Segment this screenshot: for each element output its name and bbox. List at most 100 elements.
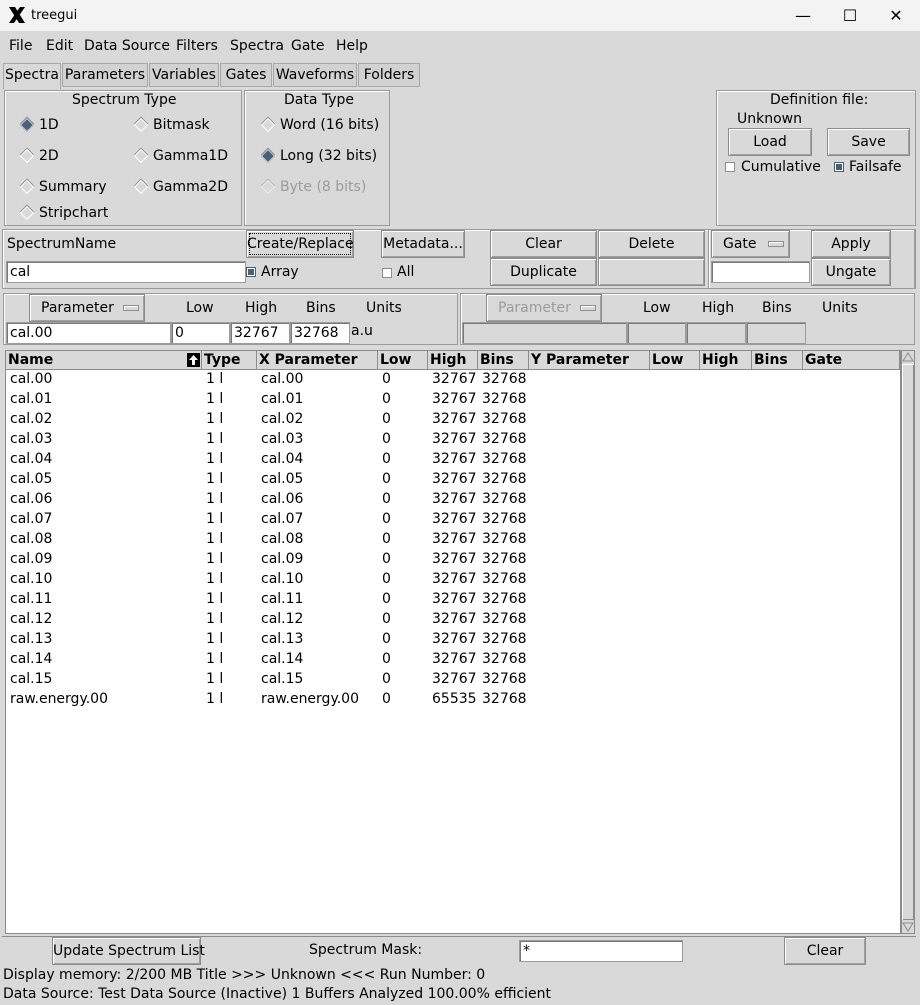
duplicate-button[interactable]: Duplicate <box>490 258 597 286</box>
cell-name: cal.11 <box>10 591 53 607</box>
radio-long-label: Long (32 bits) <box>280 148 378 164</box>
table-row[interactable]: cal.09 1 l cal.09 0 32767 32768 <box>6 549 900 569</box>
column-header-gate[interactable]: Gate <box>803 351 900 370</box>
cell-x-parameter: cal.13 <box>261 631 304 647</box>
x-low-input[interactable]: 0 <box>171 322 230 344</box>
table-row[interactable]: cal.00 1 l cal.00 0 32767 32768 <box>6 369 900 389</box>
x-parameter-input[interactable]: cal.00 <box>6 322 171 344</box>
menu-file[interactable]: File <box>9 38 32 54</box>
x-high-input[interactable]: 32767 <box>230 322 290 344</box>
tab-parameters[interactable]: Parameters <box>62 63 148 87</box>
radio-2d-label: 2D <box>39 148 59 164</box>
menu-data-source[interactable]: Data Source <box>84 38 170 54</box>
gate-input[interactable] <box>711 261 810 283</box>
column-header-label: Bins <box>480 352 514 368</box>
cell-type: 1 l <box>206 371 224 387</box>
minimize-button[interactable]: — <box>780 0 826 31</box>
table-row[interactable]: cal.08 1 l cal.08 0 32767 32768 <box>6 529 900 549</box>
tab-folders[interactable]: Folders <box>358 63 420 87</box>
tab-spectra[interactable]: Spectra <box>3 63 61 89</box>
y-low-input[interactable] <box>627 322 686 344</box>
column-header-type[interactable]: Type <box>202 351 257 370</box>
cell-name: cal.15 <box>10 671 53 687</box>
cell-x-bins: 32768 <box>482 551 527 567</box>
close-button[interactable]: ✕ <box>873 0 919 31</box>
all-checkbox[interactable] <box>382 268 392 278</box>
menu-gate[interactable]: Gate <box>291 38 325 54</box>
table-row[interactable]: cal.10 1 l cal.10 0 32767 32768 <box>6 569 900 589</box>
cell-x-low: 0 <box>382 671 391 687</box>
save-button[interactable]: Save <box>827 128 910 156</box>
cell-x-parameter: cal.10 <box>261 571 304 587</box>
cumulative-checkbox[interactable] <box>725 162 735 172</box>
array-checkbox[interactable] <box>246 267 256 277</box>
column-header-x-low[interactable]: Low <box>378 351 428 370</box>
menu-spectra[interactable]: Spectra <box>230 38 284 54</box>
column-header-y-bins[interactable]: Bins <box>752 351 803 370</box>
load-button[interactable]: Load <box>728 128 812 156</box>
apply-button[interactable]: Apply <box>811 230 891 258</box>
column-header-x-parameter[interactable]: X Parameter <box>257 351 378 370</box>
table-row[interactable]: cal.15 1 l cal.15 0 32767 32768 <box>6 669 900 689</box>
delete-spectrum-button[interactable]: Delete <box>598 230 705 258</box>
table-row[interactable]: cal.04 1 l cal.04 0 32767 32768 <box>6 449 900 469</box>
table-row[interactable]: cal.12 1 l cal.12 0 32767 32768 <box>6 609 900 629</box>
array-label: Array <box>261 264 299 280</box>
column-header-label: Low <box>652 352 684 368</box>
table-row[interactable]: cal.03 1 l cal.03 0 32767 32768 <box>6 429 900 449</box>
column-header-x-high[interactable]: High <box>428 351 478 370</box>
y-low-header: Low <box>643 300 671 316</box>
column-header-y-low[interactable]: Low <box>650 351 700 370</box>
cell-name: cal.06 <box>10 491 53 507</box>
column-header-y-high[interactable]: High <box>700 351 752 370</box>
cell-x-high: 32767 <box>432 471 477 487</box>
y-high-input[interactable] <box>686 322 746 344</box>
cell-x-high: 32767 <box>432 651 477 667</box>
x-bins-input[interactable]: 32768 <box>290 322 350 344</box>
scrollbar-thumb[interactable] <box>902 364 914 920</box>
table-row[interactable]: cal.11 1 l cal.11 0 32767 32768 <box>6 589 900 609</box>
column-header-name[interactable]: Name <box>6 351 202 370</box>
maximize-button[interactable]: ☐ <box>827 0 873 31</box>
table-row[interactable]: cal.14 1 l cal.14 0 32767 32768 <box>6 649 900 669</box>
scroll-up-arrow-icon[interactable] <box>902 351 914 363</box>
y-parameter-input[interactable] <box>462 322 627 344</box>
table-row[interactable]: cal.06 1 l cal.06 0 32767 32768 <box>6 489 900 509</box>
cell-type: 1 l <box>206 591 224 607</box>
cell-name: cal.07 <box>10 511 53 527</box>
cell-x-high: 32767 <box>432 431 477 447</box>
table-row[interactable]: cal.05 1 l cal.05 0 32767 32768 <box>6 469 900 489</box>
table-row[interactable]: cal.07 1 l cal.07 0 32767 32768 <box>6 509 900 529</box>
clear-mask-button[interactable]: Clear <box>784 937 866 965</box>
cell-x-low: 0 <box>382 511 391 527</box>
failsafe-checkbox[interactable] <box>834 162 844 172</box>
column-header-y-parameter[interactable]: Y Parameter <box>529 351 650 370</box>
table-row[interactable]: cal.01 1 l cal.01 0 32767 32768 <box>6 389 900 409</box>
clear-spectrum-button[interactable]: Clear <box>490 230 597 258</box>
column-header-x-bins[interactable]: Bins <box>478 351 529 370</box>
table-row[interactable]: cal.13 1 l cal.13 0 32767 32768 <box>6 629 900 649</box>
tab-gates[interactable]: Gates <box>220 63 272 87</box>
menu-filters[interactable]: Filters <box>176 38 218 54</box>
table-row[interactable]: cal.02 1 l cal.02 0 32767 32768 <box>6 409 900 429</box>
update-spectrum-list-button[interactable]: Update Spectrum List <box>52 937 205 965</box>
table-row[interactable]: raw.energy.00 1 l raw.energy.00 0 65535 32768 <box>6 689 900 709</box>
metadata-button[interactable]: Metadata... <box>381 230 465 258</box>
y-bins-input[interactable] <box>746 322 806 344</box>
cell-x-high: 32767 <box>432 391 477 407</box>
create-replace-button[interactable]: Create/Replace <box>246 230 354 258</box>
scroll-down-arrow-icon[interactable] <box>902 921 914 933</box>
sort-ascending-icon[interactable] <box>187 353 200 367</box>
cell-x-low: 0 <box>382 391 391 407</box>
spectrum-mask-input[interactable]: * <box>519 940 683 962</box>
cell-x-low: 0 <box>382 491 391 507</box>
menu-edit[interactable]: Edit <box>46 38 73 54</box>
menu-help[interactable]: Help <box>336 38 368 54</box>
cell-type: 1 l <box>206 551 224 567</box>
ungate-button[interactable]: Ungate <box>811 258 891 286</box>
column-header-label: High <box>430 352 467 368</box>
tab-variables[interactable]: Variables <box>149 63 219 87</box>
cell-x-parameter: cal.02 <box>261 411 304 427</box>
tab-waveforms[interactable]: Waveforms <box>273 63 357 87</box>
spectrum-name-input[interactable]: cal <box>6 261 246 283</box>
